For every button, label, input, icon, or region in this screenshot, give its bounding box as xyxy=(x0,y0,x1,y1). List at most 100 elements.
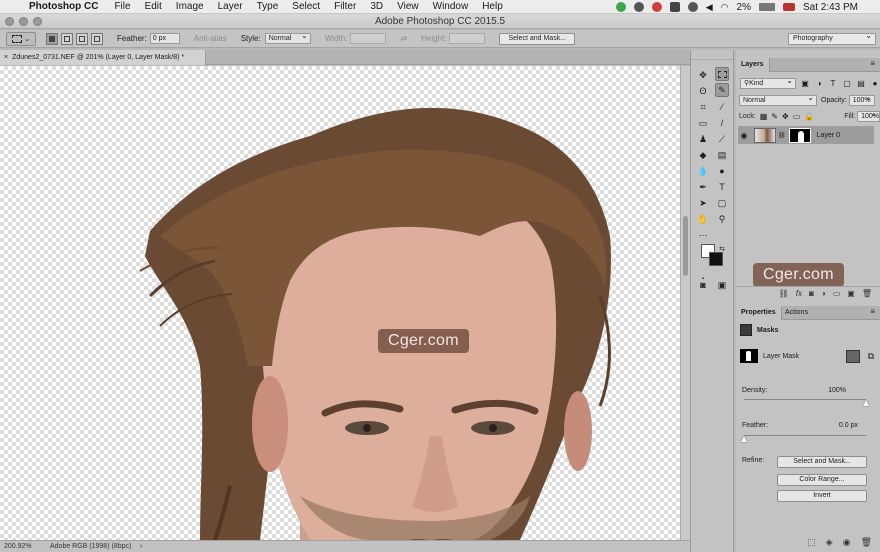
new-group-icon[interactable]: ▭ xyxy=(833,289,841,298)
document-tab[interactable]: × Zdunes2_0731.NEF @ 201% (Layer 0, Layer… xyxy=(0,50,206,65)
type-tool-icon[interactable]: T xyxy=(715,180,729,194)
canvas-vertical-scrollbar[interactable] xyxy=(680,66,690,540)
menu-edit[interactable]: Edit xyxy=(138,1,169,12)
menu-select[interactable]: Select xyxy=(285,1,327,12)
width-input[interactable] xyxy=(350,33,387,44)
layer-mask-thumbnail[interactable] xyxy=(788,127,811,143)
add-to-selection-button[interactable] xyxy=(61,32,73,45)
filter-toggle-icon[interactable]: ● xyxy=(870,79,880,89)
layer-style-fx-icon[interactable]: fx xyxy=(796,289,802,298)
tab-layers[interactable]: Layers xyxy=(736,58,770,72)
new-layer-icon[interactable]: ▣ xyxy=(847,289,855,298)
scrollbar-thumb[interactable] xyxy=(683,216,688,276)
wifi-icon[interactable]: ◠ xyxy=(721,2,729,13)
eyedropper-tool-icon[interactable]: ⁄ xyxy=(715,100,729,114)
link-layers-icon[interactable]: ⛓ xyxy=(779,289,789,298)
rectangular-marquee-tool-icon[interactable] xyxy=(715,67,729,81)
type-filter-icon[interactable]: T xyxy=(828,79,838,89)
pixel-filter-icon[interactable]: ▣ xyxy=(800,79,810,89)
menu-image[interactable]: Image xyxy=(169,1,211,12)
apply-mask-icon[interactable]: ◈ xyxy=(826,537,833,548)
select-and-mask-panel-button[interactable]: Select and Mask... xyxy=(777,456,867,468)
status-menu-arrow-icon[interactable]: › xyxy=(140,541,142,552)
menu-layer[interactable]: Layer xyxy=(211,1,250,12)
style-select[interactable]: Normal xyxy=(264,31,311,44)
filter-kind-select[interactable]: ⚲Kind xyxy=(740,76,796,89)
mask-visibility-eye-icon[interactable]: ◉ xyxy=(843,537,851,548)
adjustment-filter-icon[interactable]: ◑ xyxy=(814,79,824,89)
artboard-lock-icon[interactable]: ▭ xyxy=(793,112,801,122)
rectangle-tool-icon[interactable]: ▢ xyxy=(715,196,729,210)
properties-menu-icon[interactable]: ≡ xyxy=(870,307,875,316)
timer-icon[interactable] xyxy=(633,2,644,12)
document-canvas[interactable]: Cger.com xyxy=(0,66,680,540)
tab-actions[interactable]: Actions xyxy=(780,306,813,320)
new-selection-button[interactable] xyxy=(46,32,58,45)
record-icon[interactable] xyxy=(651,2,662,12)
color-range-button[interactable]: Color Range... xyxy=(777,474,867,486)
add-vector-mask-icon[interactable]: ⧉ xyxy=(868,351,874,362)
add-mask-icon[interactable]: ◙ xyxy=(809,289,814,298)
menu-file[interactable]: File xyxy=(107,1,137,12)
density-slider-knob[interactable] xyxy=(863,400,869,406)
layer-row[interactable]: ◉ ⛓ Layer 0 xyxy=(738,126,874,144)
quick-mask-icon[interactable]: ◙ xyxy=(696,278,710,292)
close-document-icon[interactable]: × xyxy=(4,54,8,61)
hand-tool-icon[interactable]: ✋ xyxy=(696,212,710,226)
blend-mode-select[interactable]: Normal xyxy=(739,93,817,106)
menu-view[interactable]: View xyxy=(390,1,426,12)
minimize-window-button[interactable] xyxy=(19,17,28,26)
zoom-tool-icon[interactable]: ⚲ xyxy=(715,212,729,226)
density-slider[interactable] xyxy=(744,399,866,400)
zoom-window-button[interactable] xyxy=(33,17,42,26)
delete-mask-icon[interactable]: 🗑 xyxy=(861,537,872,548)
menu-3d[interactable]: 3D xyxy=(363,1,390,12)
antialias-checkbox[interactable]: Anti-alias xyxy=(194,34,227,43)
feather-input[interactable]: 0 px xyxy=(149,33,180,44)
menu-filter[interactable]: Filter xyxy=(327,1,363,12)
lasso-tool-icon[interactable]: ʘ xyxy=(696,84,710,98)
feather-mask-value[interactable]: 0.0 px xyxy=(839,422,858,429)
crop-tool-icon[interactable]: ⌗ xyxy=(696,100,710,114)
input-flag-icon[interactable] xyxy=(782,3,795,11)
trash-icon[interactable]: 🗑 xyxy=(862,289,872,298)
tool-preset-picker[interactable]: ⌄ xyxy=(6,31,36,46)
brush-tool-icon[interactable]: / xyxy=(715,116,729,130)
feather-slider[interactable] xyxy=(744,435,866,436)
menu-help[interactable]: Help xyxy=(475,1,510,12)
background-color-swatch[interactable] xyxy=(709,252,723,266)
panel-menu-icon[interactable]: ≡ xyxy=(870,59,875,68)
app-menu[interactable]: Photoshop CC xyxy=(22,1,107,12)
workspace-select[interactable]: Photography xyxy=(788,31,876,45)
lock-position-icon[interactable]: ✥ xyxy=(782,112,789,122)
eraser-tool-icon[interactable]: ◆ xyxy=(696,148,710,162)
intersect-selection-button[interactable] xyxy=(91,32,103,45)
invert-button[interactable]: Invert xyxy=(777,490,867,502)
screen-mode-icon[interactable]: ▣ xyxy=(715,278,729,292)
status-app-icon[interactable] xyxy=(615,2,626,12)
zoom-level[interactable]: 200.92% xyxy=(4,541,32,552)
close-window-button[interactable] xyxy=(5,17,14,26)
pen-tool-icon[interactable]: ✒ xyxy=(696,180,710,194)
mask-link-icon[interactable]: ⛓ xyxy=(778,132,786,139)
move-tool-icon[interactable]: ✥ xyxy=(696,68,710,82)
airplay-icon[interactable] xyxy=(669,2,680,12)
shape-filter-icon[interactable]: ▢ xyxy=(842,79,852,89)
quick-selection-tool-icon[interactable]: ✎ xyxy=(715,83,729,97)
path-selection-tool-icon[interactable]: ➤ xyxy=(696,196,710,210)
lock-all-icon[interactable]: 🔒 xyxy=(804,112,814,122)
fill-input[interactable]: 100% xyxy=(857,109,880,122)
tab-properties[interactable]: Properties xyxy=(736,306,782,320)
select-pixel-mask-button[interactable] xyxy=(846,349,860,363)
battery-icon[interactable] xyxy=(758,3,775,11)
lock-image-icon[interactable]: ✎ xyxy=(771,112,778,122)
edit-toolbar-icon[interactable]: ⋯ xyxy=(696,228,710,242)
dodge-tool-icon[interactable]: ● xyxy=(715,164,729,178)
height-input[interactable] xyxy=(449,33,486,44)
clock[interactable]: Sat 2:43 PM xyxy=(803,2,858,13)
healing-brush-tool-icon[interactable]: ▭ xyxy=(696,116,710,130)
layer-thumbnail[interactable] xyxy=(754,127,776,143)
gradient-tool-icon[interactable]: ▤ xyxy=(715,148,729,162)
lock-transparent-icon[interactable]: ▦ xyxy=(760,112,768,122)
opacity-input[interactable]: 100% xyxy=(848,93,875,106)
